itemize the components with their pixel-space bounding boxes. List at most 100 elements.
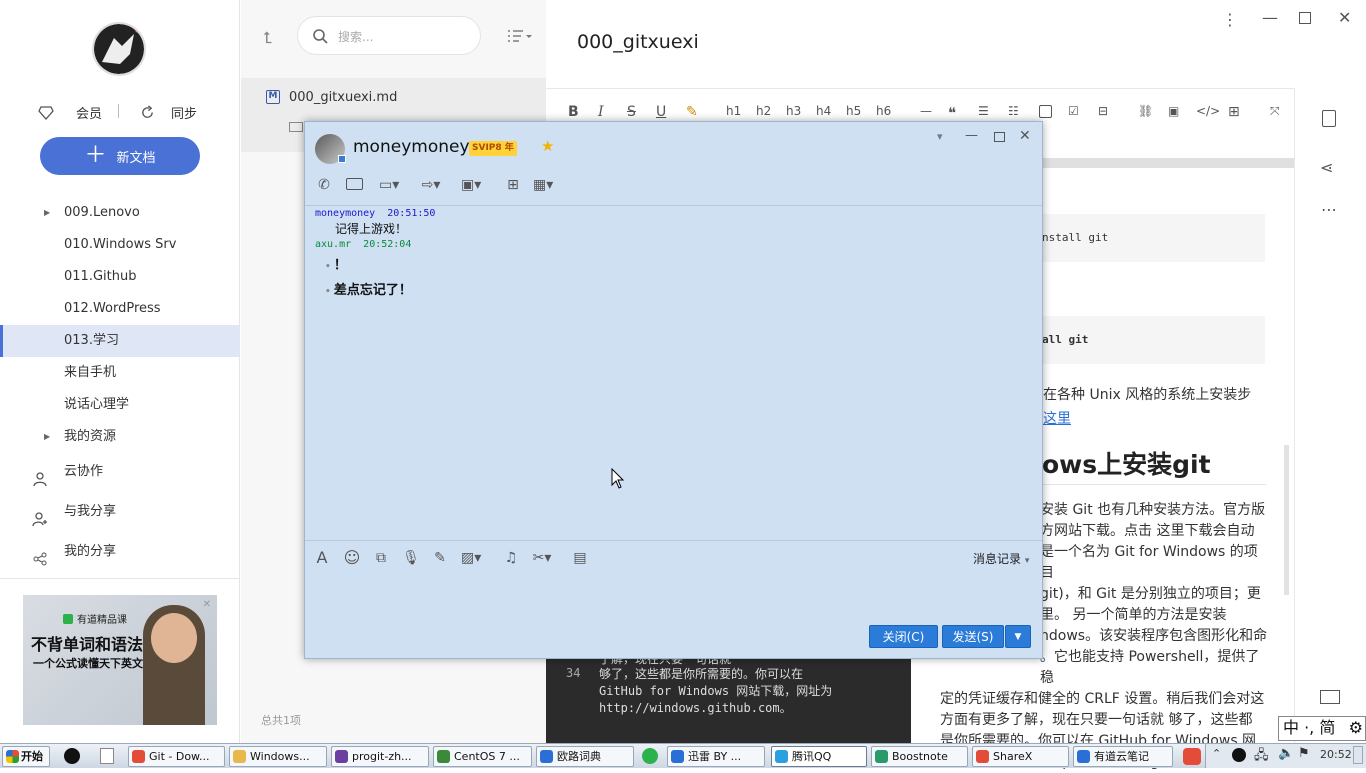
send-button[interactable]: 发送(S) <box>942 625 1004 648</box>
video-call-icon[interactable] <box>346 178 363 190</box>
highlight-icon[interactable]: ✎ <box>686 104 698 120</box>
remote-assist-icon[interactable]: ▣▾ <box>461 175 481 195</box>
sidebar-tree-item[interactable]: 011.Github <box>0 261 240 293</box>
wechat-icon[interactable] <box>642 748 658 764</box>
send-file-icon[interactable]: ⇨▾ <box>421 175 441 195</box>
strikethrough-icon[interactable]: S <box>627 104 636 120</box>
taskbar-task-button[interactable]: Git - Dow... <box>128 746 225 767</box>
heading-3-button[interactable]: h3 <box>786 104 801 118</box>
search-input[interactable]: 搜索... <box>297 16 481 55</box>
image-icon[interactable]: ▨▾ <box>461 548 481 568</box>
close-icon[interactable]: ✕ <box>1338 8 1351 27</box>
sidebar-tree-item[interactable]: ▶ 我的资源 <box>0 421 240 453</box>
taskbar-task-button[interactable]: 有道云笔记 <box>1073 746 1173 767</box>
volume-icon[interactable]: 🔈 <box>1278 746 1294 761</box>
bold-icon[interactable]: B <box>568 104 579 120</box>
expand-caret-icon[interactable]: ▶ <box>44 197 50 229</box>
heading-4-button[interactable]: h4 <box>816 104 831 118</box>
horizontal-rule-icon[interactable]: — <box>920 104 932 118</box>
sidebar-tree-item[interactable]: 来自手机 <box>0 357 240 389</box>
taskbar-task-button[interactable]: 腾讯QQ <box>771 746 867 767</box>
code-icon[interactable]: </> <box>1196 104 1220 118</box>
voice-message-icon[interactable]: 🎙 <box>401 548 421 568</box>
taskbar-task-button[interactable]: Boostnote <box>871 746 968 767</box>
advertisement-banner[interactable]: 有道精品课 不背单词和语法 一个公式读懂天下英文 ✕ <box>23 595 217 725</box>
clear-format-icon[interactable]: ⤧ <box>1270 104 1280 119</box>
sidebar-nav-item[interactable]: 与我分享 <box>0 492 240 532</box>
underline-icon[interactable]: U <box>656 104 666 120</box>
apps-menu-icon[interactable]: ▦▾ <box>533 175 553 195</box>
back-up-icon[interactable]: ⮤ <box>263 28 272 48</box>
voice-call-icon[interactable]: ✆ <box>314 175 334 195</box>
sidebar-tree-item[interactable]: ▶ 009.Lenovo <box>0 197 240 229</box>
italic-icon[interactable]: I <box>598 104 604 120</box>
start-button[interactable]: 开始 <box>2 746 50 767</box>
show-desktop-button[interactable] <box>1353 746 1363 764</box>
sidebar-tree-item[interactable]: 013.学习 <box>0 325 240 357</box>
tray-expand-icon[interactable]: ⌃ <box>1212 747 1221 760</box>
sidebar-tree-item[interactable]: 说话心理学 <box>0 389 240 421</box>
outline-icon[interactable] <box>1322 110 1336 127</box>
restore-icon[interactable] <box>1299 12 1311 24</box>
font-icon[interactable]: A <box>312 548 332 568</box>
network-icon[interactable]: 🖧 <box>1254 746 1269 768</box>
screenshot-icon[interactable]: ✂▾ <box>532 548 552 568</box>
close-icon[interactable]: ✕ <box>1019 128 1031 144</box>
document-title[interactable]: 000_gitxuexi <box>577 31 699 53</box>
file-name[interactable]: 000_gitxuexi.md <box>289 90 397 105</box>
taskbar-task-button[interactable]: 迅雷 BY ... <box>667 746 765 767</box>
sidebar-nav-item[interactable]: 我的分享 <box>0 532 240 572</box>
sidebar-tree-item[interactable]: 010.Windows Srv <box>0 229 240 261</box>
taskbar-task-button[interactable]: ShareX <box>972 746 1069 767</box>
share-icon[interactable]: ⋖ <box>1320 158 1333 177</box>
qq-tray-icon[interactable] <box>1232 748 1246 762</box>
qq-tray-icon[interactable] <box>64 748 80 764</box>
heading-2-button[interactable]: h2 <box>756 104 771 118</box>
qq-chat-window[interactable]: moneymoney SVIP8 年 ★ ▾ — ✕ ✆ ▭▾ ⇨▾ ▣▾ ⊞ … <box>304 121 1043 659</box>
taskbar-task-button[interactable]: Windows... <box>229 746 327 767</box>
sync-button[interactable]: 同步 <box>140 103 197 122</box>
message-history-button[interactable]: 消息记录 ▾ <box>973 550 1029 567</box>
contact-name[interactable]: moneymoney <box>353 137 470 157</box>
new-document-button[interactable]: ＋ 新文档 <box>40 137 200 175</box>
taskbar-task-button[interactable]: progit-zh... <box>331 746 429 767</box>
dropdown-icon[interactable]: ▾ <box>937 130 943 143</box>
close-button[interactable]: 关闭(C) <box>869 625 938 648</box>
taskbar-task-button[interactable]: 欧路词典 <box>536 746 634 767</box>
chat-history[interactable]: moneymoney 20:51:50 记得上游戏！ axu.mr 20:52:04… <box>315 208 1015 298</box>
notepad-icon[interactable] <box>100 748 114 764</box>
add-app-icon[interactable]: ⊞ <box>503 175 523 195</box>
sidebar-tree-item[interactable]: 012.WordPress <box>0 293 240 325</box>
music-icon[interactable]: ♫ <box>501 548 521 568</box>
sidebar-nav-item[interactable]: 云协作 <box>0 452 240 492</box>
table-icon[interactable]: ⊞ <box>1228 104 1240 120</box>
link[interactable]: 这里 <box>1043 408 1251 428</box>
numbered-list-icon[interactable]: ☷ <box>1008 104 1019 118</box>
clock[interactable]: 20:52 <box>1320 748 1352 761</box>
avatar[interactable] <box>92 22 146 76</box>
heading-1-button[interactable]: h1 <box>726 104 741 118</box>
checkbox-icon[interactable] <box>1039 105 1052 118</box>
more-menu-icon[interactable]: ⋮ <box>1222 10 1238 29</box>
vip-button[interactable]: 会员 <box>38 103 102 122</box>
screen-share-icon[interactable]: ▭▾ <box>379 175 399 195</box>
expand-caret-icon[interactable]: ▶ <box>44 421 50 453</box>
bullet-list-icon[interactable]: ☰ <box>978 104 989 118</box>
minimize-icon[interactable]: — <box>1262 8 1278 27</box>
maximize-icon[interactable] <box>994 132 1005 142</box>
gif-icon[interactable]: ⧉ <box>371 548 391 568</box>
link-icon[interactable]: ⛓ <box>1138 104 1153 118</box>
preview-toggle-icon[interactable] <box>1320 690 1340 704</box>
sogou-icon[interactable] <box>1183 748 1201 765</box>
handwriting-icon[interactable]: ✎ <box>430 548 450 568</box>
code-block-icon[interactable]: ⊟ <box>1098 104 1108 118</box>
ime-status-bar[interactable]: 中 ·, 简 ⚙ <box>1278 716 1366 741</box>
ime-settings-icon[interactable]: ⚙ <box>1349 717 1363 739</box>
emoji-icon[interactable]: ☺ <box>342 548 362 568</box>
image-icon[interactable]: ▣ <box>1168 104 1179 118</box>
checked-box-icon[interactable]: ☑ <box>1068 104 1079 118</box>
sort-menu-icon[interactable] <box>507 28 533 44</box>
minimize-icon[interactable]: — <box>965 128 978 143</box>
more-icon[interactable]: ⋯ <box>1321 200 1337 219</box>
red-packet-icon[interactable]: ▤ <box>570 548 590 568</box>
